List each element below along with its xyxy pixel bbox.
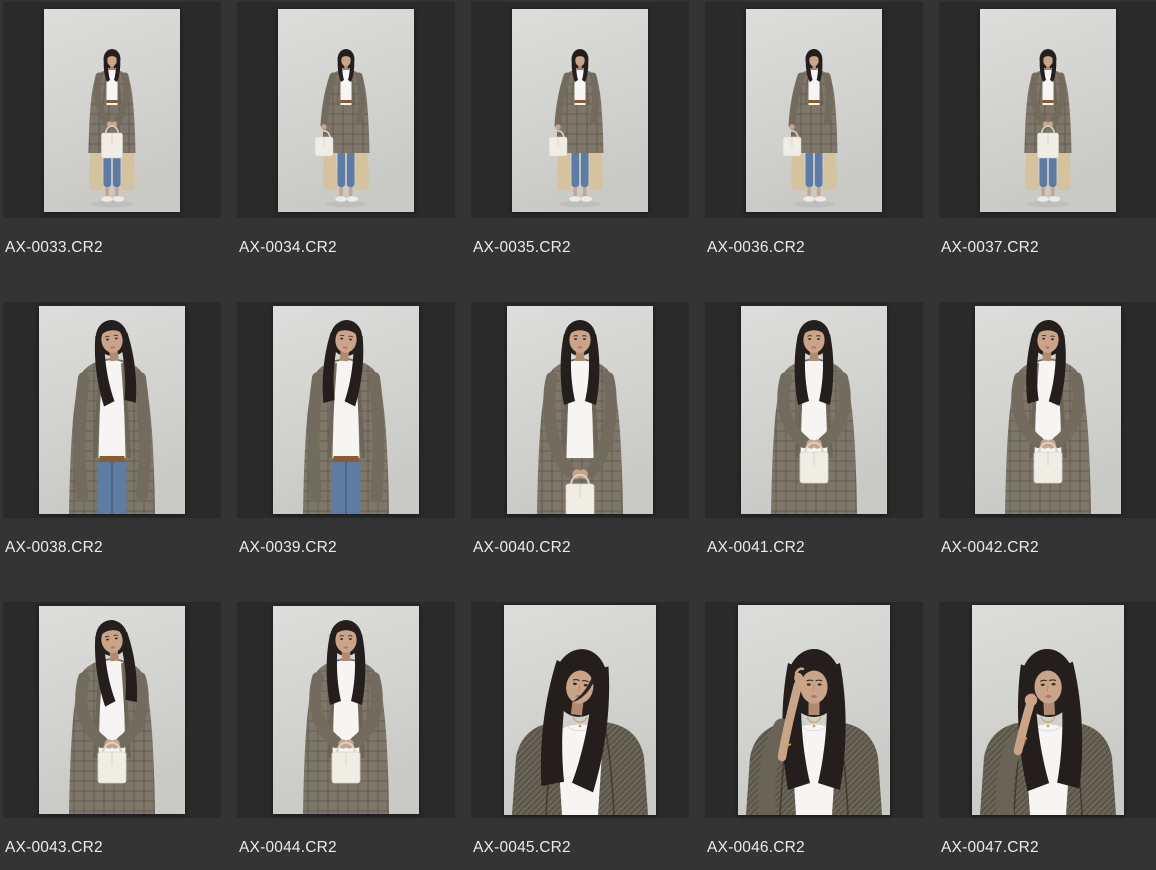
thumbnail-grid: AX-0033.CR2 xyxy=(0,0,1156,857)
thumbnail[interactable] xyxy=(705,302,923,518)
thumbnail[interactable] xyxy=(471,2,689,218)
filename-label[interactable]: AX-0033.CR2 xyxy=(3,239,221,257)
filename-label[interactable]: AX-0044.CR2 xyxy=(237,839,455,857)
photo-preview xyxy=(39,306,185,514)
thumbnail[interactable] xyxy=(471,602,689,818)
file-cell[interactable]: AX-0039.CR2 xyxy=(237,302,455,557)
filename-label[interactable]: AX-0037.CR2 xyxy=(939,239,1156,257)
filename-label[interactable]: AX-0036.CR2 xyxy=(705,239,923,257)
photo-preview xyxy=(278,9,414,212)
file-cell[interactable]: AX-0043.CR2 xyxy=(3,602,221,857)
photo-preview xyxy=(44,9,180,212)
thumbnail[interactable] xyxy=(705,602,923,818)
photo-preview xyxy=(975,306,1121,514)
file-cell[interactable]: AX-0046.CR2 xyxy=(705,602,923,857)
file-cell[interactable]: AX-0036.CR2 xyxy=(705,2,923,257)
thumbnail[interactable] xyxy=(939,302,1156,518)
photo-preview xyxy=(746,9,882,212)
file-cell[interactable]: AX-0044.CR2 xyxy=(237,602,455,857)
photo-preview xyxy=(507,306,653,514)
photo-preview xyxy=(972,605,1124,815)
photo-preview xyxy=(980,9,1116,212)
filename-label[interactable]: AX-0040.CR2 xyxy=(471,539,689,557)
file-cell[interactable]: AX-0045.CR2 xyxy=(471,602,689,857)
photo-preview xyxy=(738,605,890,815)
filename-label[interactable]: AX-0034.CR2 xyxy=(237,239,455,257)
file-cell[interactable]: AX-0040.CR2 xyxy=(471,302,689,557)
thumbnail[interactable] xyxy=(939,602,1156,818)
thumbnail[interactable] xyxy=(3,302,221,518)
photo-preview xyxy=(273,606,419,814)
filename-label[interactable]: AX-0042.CR2 xyxy=(939,539,1156,557)
file-cell[interactable]: AX-0034.CR2 xyxy=(237,2,455,257)
photo-preview xyxy=(39,606,185,814)
photo-preview xyxy=(504,605,656,815)
thumbnail[interactable] xyxy=(237,602,455,818)
file-cell[interactable]: AX-0047.CR2 xyxy=(939,602,1156,857)
thumbnail[interactable] xyxy=(3,2,221,218)
thumbnail[interactable] xyxy=(939,2,1156,218)
filename-label[interactable]: AX-0041.CR2 xyxy=(705,539,923,557)
filename-label[interactable]: AX-0035.CR2 xyxy=(471,239,689,257)
filename-label[interactable]: AX-0045.CR2 xyxy=(471,839,689,857)
thumbnail[interactable] xyxy=(471,302,689,518)
thumbnail[interactable] xyxy=(237,302,455,518)
thumbnail[interactable] xyxy=(237,2,455,218)
filename-label[interactable]: AX-0039.CR2 xyxy=(237,539,455,557)
filename-label[interactable]: AX-0046.CR2 xyxy=(705,839,923,857)
file-cell[interactable]: AX-0033.CR2 xyxy=(3,2,221,257)
photo-preview xyxy=(512,9,648,212)
filename-label[interactable]: AX-0043.CR2 xyxy=(3,839,221,857)
file-cell[interactable]: AX-0038.CR2 xyxy=(3,302,221,557)
thumbnail[interactable] xyxy=(705,2,923,218)
file-cell[interactable]: AX-0041.CR2 xyxy=(705,302,923,557)
thumbnail[interactable] xyxy=(3,602,221,818)
photo-preview xyxy=(741,306,887,514)
filename-label[interactable]: AX-0038.CR2 xyxy=(3,539,221,557)
file-cell[interactable]: AX-0037.CR2 xyxy=(939,2,1156,257)
file-cell[interactable]: AX-0042.CR2 xyxy=(939,302,1156,557)
file-cell[interactable]: AX-0035.CR2 xyxy=(471,2,689,257)
photo-preview xyxy=(273,306,419,514)
filename-label[interactable]: AX-0047.CR2 xyxy=(939,839,1156,857)
